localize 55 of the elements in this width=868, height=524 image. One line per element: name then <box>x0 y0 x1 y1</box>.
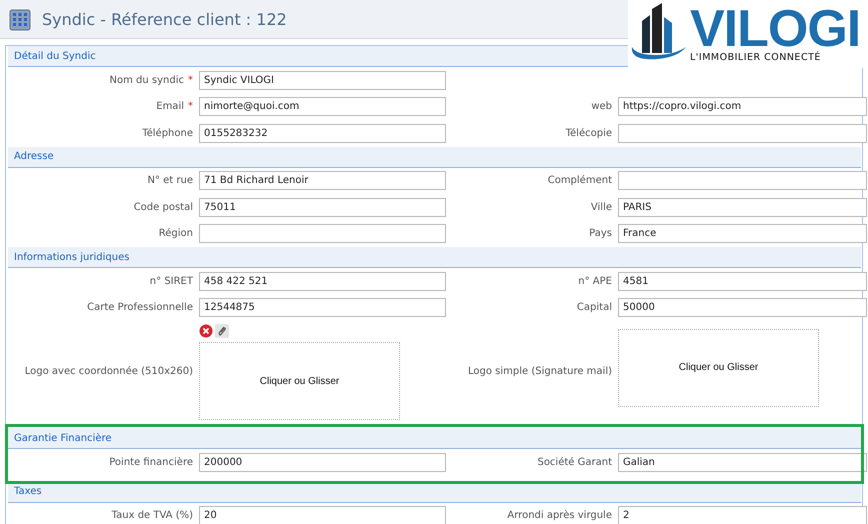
text-field[interactable]: 200000 <box>199 452 446 472</box>
field-label: N° et rue <box>146 175 193 186</box>
section-title: Adresse <box>14 151 54 162</box>
text-field[interactable]: 2 <box>618 506 867 524</box>
text-field[interactable]: 458 422 521 <box>199 272 446 291</box>
section-title: Détail du Syndic <box>14 50 96 62</box>
field-label: Logo avec coordonnée (510x260) <box>24 366 193 377</box>
text-field[interactable]: Syndic VILOGI <box>199 70 446 90</box>
text-field[interactable]: https://copro.vilogi.com <box>618 97 867 116</box>
upload-dropzone[interactable]: Cliquer ou Glisser <box>618 328 819 406</box>
field-label: Ville <box>590 202 612 213</box>
page-title: Syndic - Réference client : 122 <box>42 10 287 28</box>
section-title: Garantie Financière <box>14 432 112 444</box>
field-label: Taux de TVA (%) <box>110 510 193 522</box>
field-label: n° APE <box>577 276 612 287</box>
building-icon <box>9 7 31 31</box>
brand-tagline: L'IMMOBILIER CONNECTÉ <box>690 52 822 62</box>
required-mark: * <box>188 74 193 86</box>
required-mark: * <box>188 101 193 112</box>
text-field[interactable] <box>199 224 446 244</box>
field-label: Pointe financière <box>108 456 193 468</box>
section-title: Taxes <box>14 486 42 497</box>
delete-icon[interactable] <box>199 324 213 338</box>
field-label: n° SIRET <box>148 276 193 287</box>
field-label: Arrondi après virgule <box>506 510 612 522</box>
field-label: Téléphone <box>141 128 193 139</box>
text-field[interactable]: 20 <box>199 506 446 524</box>
field-label: Nom du syndic * <box>108 74 193 86</box>
field-label: Code postal <box>132 202 193 213</box>
paperclip-icon[interactable] <box>215 324 229 338</box>
text-field[interactable]: 4581 <box>618 272 867 291</box>
field-label: Télécopie <box>564 128 612 139</box>
text-field[interactable]: 50000 <box>618 298 867 318</box>
field-label: Email * <box>155 101 193 112</box>
field-label: Région <box>158 228 193 240</box>
text-field[interactable]: 75011 <box>199 198 446 217</box>
section-title: Informations juridiques <box>14 252 130 262</box>
field-label: Carte Professionnelle <box>86 302 193 314</box>
field-label: Pays <box>588 228 612 240</box>
text-field[interactable]: 12544875 <box>199 298 446 318</box>
brand-name: VILOGI <box>690 6 860 52</box>
field-label: Complément <box>546 175 612 186</box>
text-field[interactable] <box>618 171 867 190</box>
field-label: Capital <box>576 302 612 314</box>
text-field[interactable]: 71 Bd Richard Lenoir <box>199 171 446 190</box>
text-field[interactable]: 0155283232 <box>199 124 446 143</box>
field-label: web <box>590 101 612 112</box>
text-field[interactable] <box>618 124 867 143</box>
field-label: Société Garant <box>536 456 612 468</box>
text-field[interactable]: Galian <box>618 452 867 472</box>
upload-dropzone[interactable]: Cliquer ou Glisser <box>199 342 400 420</box>
text-field[interactable]: PARIS <box>618 198 867 217</box>
text-field[interactable]: France <box>618 224 867 244</box>
field-label: Logo simple (Signature mail) <box>467 366 612 377</box>
text-field[interactable]: nimorte@quoi.com <box>199 97 446 116</box>
